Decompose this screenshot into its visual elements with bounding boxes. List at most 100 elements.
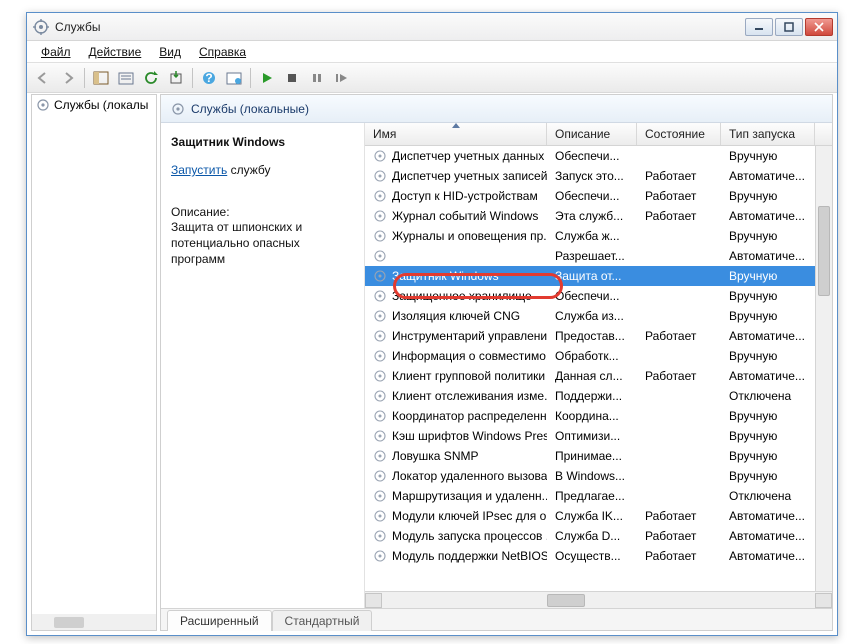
start-link[interactable]: Запустить [171,163,227,177]
back-button[interactable] [31,66,55,90]
cell-startup: Вручную [721,449,815,463]
hscroll-left[interactable] [365,593,382,608]
start-service-button[interactable] [255,66,279,90]
cell-description: Защита от... [547,269,637,283]
cell-name: Диспетчер учетных записей ... [392,169,547,183]
service-row[interactable]: Маршрутизация и удаленн...Предлагае...От… [365,486,832,506]
service-row[interactable]: Изоляция ключей CNGСлужба из...Вручную [365,306,832,326]
description-text: Защита от шпионских и потенциально опасн… [171,219,354,268]
service-row[interactable]: Журналы и оповещения пр...Служба ж...Вру… [365,226,832,246]
gear-icon [373,209,387,223]
column-startup[interactable]: Тип запуска [721,123,815,145]
toolbar: ? [27,63,837,93]
service-row[interactable]: Разрешает...Автоматиче... [365,246,832,266]
export-button[interactable] [164,66,188,90]
service-row[interactable]: Доступ к HID-устройствамОбеспечи...Работ… [365,186,832,206]
titlebar[interactable]: Службы [27,13,837,41]
cell-description: Обработк... [547,349,637,363]
horizontal-scrollbar[interactable] [365,591,832,608]
cell-description: Поддержи... [547,389,637,403]
results-pane: Службы (локальные) Защитник Windows Запу… [160,94,833,631]
cell-description: Служба IK... [547,509,637,523]
column-status[interactable]: Состояние [637,123,721,145]
tab-extended[interactable]: Расширенный [167,610,272,631]
tree-hscroll[interactable] [31,614,157,631]
service-row[interactable]: Защищенное хранилищеОбеспечи...Вручную [365,286,832,306]
gear-icon [373,229,387,243]
menu-view[interactable]: Вид [151,43,189,61]
tree-root[interactable]: Службы (локалы [32,95,156,115]
tree-root-label: Службы (локалы [54,98,148,112]
tab-standard[interactable]: Стандартный [272,610,373,631]
cell-startup: Автоматиче... [721,529,815,543]
cell-startup: Вручную [721,469,815,483]
service-row[interactable]: Модуль поддержки NetBIOS ...Осуществ...Р… [365,546,832,566]
cell-startup: Вручную [721,309,815,323]
hscroll-thumb[interactable] [547,594,585,607]
gear-icon [373,249,387,263]
help-button[interactable]: ? [197,66,221,90]
properties-button[interactable] [114,66,138,90]
service-row[interactable]: Координатор распределенн...Координа...Вр… [365,406,832,426]
service-list: Имя Описание Состояние Тип запуска Диспе… [364,123,832,608]
service-row[interactable]: Клиент отслеживания изме...Поддержи...От… [365,386,832,406]
stop-service-button[interactable] [280,66,304,90]
menu-help[interactable]: Справка [191,43,254,61]
restart-service-button[interactable] [330,66,354,90]
service-row[interactable]: Модуль запуска процессов ...Служба D...Р… [365,526,832,546]
rows-container: Диспетчер учетных данныхОбеспечи...Вручн… [365,146,832,591]
column-description[interactable]: Описание [547,123,637,145]
service-row[interactable]: Информация о совместимо...Обработк...Вру… [365,346,832,366]
cell-name: Защитник Windows [392,269,499,283]
help-button-2[interactable] [222,66,246,90]
pause-service-button[interactable] [305,66,329,90]
gear-icon [373,169,387,183]
cell-description: Предостав... [547,329,637,343]
forward-button[interactable] [56,66,80,90]
minimize-button[interactable] [745,18,773,36]
service-row[interactable]: Защитник WindowsЗащита от...Вручную [365,266,832,286]
cell-startup: Вручную [721,229,815,243]
cell-name: Защищенное хранилище [392,289,532,303]
show-hide-tree-button[interactable] [89,66,113,90]
service-row[interactable]: Локатор удаленного вызова...В Windows...… [365,466,832,486]
gear-icon [373,149,387,163]
cell-name: Модули ключей IPsec для о... [392,509,547,523]
column-headers: Имя Описание Состояние Тип запуска [365,123,832,146]
cell-description: В Windows... [547,469,637,483]
service-row[interactable]: Инструментарий управлени...Предостав...Р… [365,326,832,346]
cell-startup: Вручную [721,349,815,363]
gear-icon [373,329,387,343]
maximize-button[interactable] [775,18,803,36]
service-row[interactable]: Журнал событий WindowsЭта служб...Работа… [365,206,832,226]
cell-name: Журналы и оповещения пр... [392,229,547,243]
selected-service-name: Защитник Windows [171,135,354,149]
cell-status: Работает [637,189,721,203]
menu-action[interactable]: Действие [81,43,150,61]
cell-startup: Автоматиче... [721,549,815,563]
column-name[interactable]: Имя [365,123,547,145]
cell-description: Запуск это... [547,169,637,183]
cell-description: Обеспечи... [547,149,637,163]
vertical-scrollbar[interactable] [815,146,832,591]
gear-icon [171,102,185,116]
console-tree[interactable]: Службы (локалы [31,94,157,631]
gear-icon [373,389,387,403]
gear-icon [373,369,387,383]
service-row[interactable]: Клиент групповой политикиДанная сл...Раб… [365,366,832,386]
cell-description: Разрешает... [547,249,637,263]
cell-status: Работает [637,509,721,523]
service-row[interactable]: Диспетчер учетных данныхОбеспечи...Вручн… [365,146,832,166]
menu-file[interactable]: Файл [33,43,79,61]
hscroll-right[interactable] [815,593,832,608]
services-window: Службы Файл Действие Вид Справка ? [26,12,838,636]
close-button[interactable] [805,18,833,36]
refresh-button[interactable] [139,66,163,90]
service-row[interactable]: Диспетчер учетных записей ...Запуск это.… [365,166,832,186]
service-row[interactable]: Модули ключей IPsec для о...Служба IK...… [365,506,832,526]
cell-name: Модуль запуска процессов ... [392,529,547,543]
vscroll-thumb[interactable] [818,206,830,296]
service-row[interactable]: Ловушка SNMPПринимае...Вручную [365,446,832,466]
service-row[interactable]: Кэш шрифтов Windows Pres...Оптимизи...Вр… [365,426,832,446]
gear-icon [373,549,387,563]
